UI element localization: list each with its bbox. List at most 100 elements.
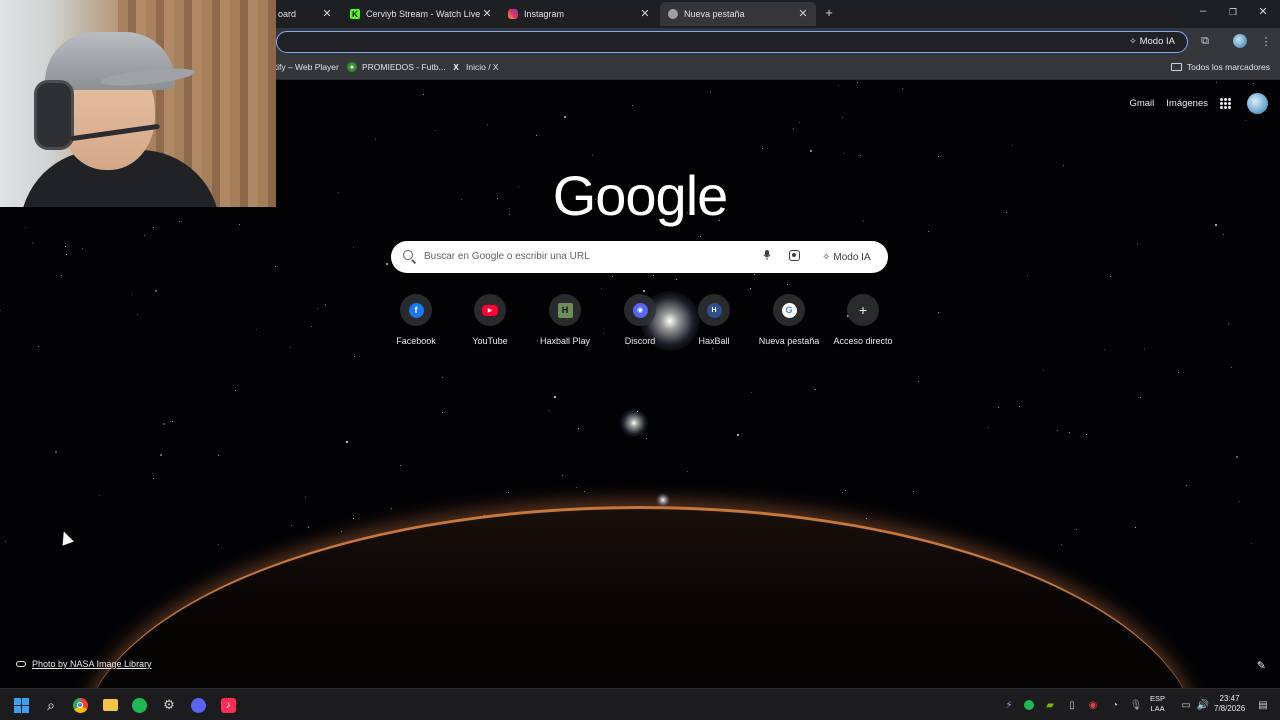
clock[interactable]: 23:47 7/8/2026: [1214, 694, 1245, 714]
star: [866, 517, 868, 519]
shortcut-haxball-play[interactable]: H Haxball Play: [528, 294, 602, 346]
shortcut-tile: H: [698, 294, 730, 326]
address-bar[interactable]: ✧ Modo IA: [276, 31, 1188, 53]
star: [275, 265, 277, 267]
close-tab-icon[interactable]: ✕: [480, 7, 494, 20]
tray-app-icon[interactable]: ◉: [1084, 696, 1102, 714]
star: [256, 329, 258, 331]
star: [845, 489, 847, 491]
windows-start-icon[interactable]: [12, 696, 30, 714]
customize-pencil-icon[interactable]: ✎: [1257, 659, 1266, 672]
tray-mic-icon[interactable]: 🎙: [1127, 696, 1145, 714]
star: [132, 294, 134, 296]
bookmark-label: otify – Web Player: [270, 62, 339, 72]
tab-nueva-pestana[interactable]: Nueva pestaña ✕: [660, 2, 816, 26]
star: [815, 388, 817, 390]
star: [1069, 432, 1071, 434]
language-code: ESP: [1150, 694, 1166, 703]
star: [1215, 81, 1217, 83]
bookmark-spotify[interactable]: otify – Web Player: [270, 62, 339, 72]
new-tab-icon[interactable]: +: [822, 5, 836, 20]
bright-star: [656, 493, 670, 507]
tray-bolt-icon[interactable]: ⚡: [1000, 696, 1018, 714]
shortcut-add[interactable]: + Acceso directo: [826, 294, 900, 346]
shortcut-tile: ◉: [624, 294, 656, 326]
chrome-taskbar-icon[interactable]: [71, 696, 89, 714]
file-explorer-icon[interactable]: [101, 696, 119, 714]
star: [1042, 369, 1044, 371]
instagram-icon: [508, 9, 518, 19]
star: [352, 518, 354, 520]
modo-ia-button[interactable]: ✧ Modo IA: [815, 247, 878, 267]
star: [341, 530, 343, 532]
bookmark-promiedos[interactable]: ✦ PROMIEDOS - Futb...: [347, 62, 446, 72]
tiktok-icon[interactable]: ♪: [219, 696, 237, 714]
star: [1060, 543, 1062, 545]
star: [160, 453, 163, 456]
search-taskbar-icon[interactable]: ⌕: [42, 696, 60, 714]
mic-icon[interactable]: [763, 250, 771, 260]
tray-discord-icon[interactable]: ◔: [1106, 696, 1124, 714]
profile-avatar[interactable]: [1233, 34, 1247, 48]
spotify-icon[interactable]: [130, 696, 148, 714]
network-icon[interactable]: ▭: [1177, 696, 1195, 714]
star: [536, 135, 538, 137]
close-window-icon[interactable]: ✕: [1253, 5, 1273, 18]
extensions-icon[interactable]: ⧉: [1197, 35, 1213, 48]
shortcut-haxball[interactable]: H HaxBall: [677, 294, 751, 346]
star: [938, 156, 939, 158]
bookmark-x[interactable]: X Inicio / X: [451, 62, 498, 72]
discord-taskbar-icon[interactable]: [189, 696, 207, 714]
close-tab-icon[interactable]: ✕: [320, 7, 334, 20]
star: [154, 289, 157, 292]
star: [1027, 274, 1029, 276]
app-icon[interactable]: ⚙: [160, 696, 178, 714]
star: [82, 248, 84, 250]
star: [1018, 406, 1020, 408]
shortcut-discord[interactable]: ◉ Discord: [603, 294, 677, 346]
all-bookmarks[interactable]: Todos los marcadores: [1170, 62, 1270, 72]
tab-stream[interactable]: K Cerviyb Stream - Watch Live on ✕: [342, 2, 500, 26]
volume-icon[interactable]: 🔊: [1194, 696, 1212, 714]
language-indicator[interactable]: ESP LAA: [1150, 694, 1165, 714]
close-tab-icon[interactable]: ✕: [796, 7, 810, 20]
star: [1135, 526, 1137, 528]
gmail-link[interactable]: Gmail: [1129, 98, 1154, 109]
tray-nvidia-icon[interactable]: ▰: [1041, 696, 1059, 714]
photo-credit-link[interactable]: Photo by NASA Image Library: [16, 659, 152, 669]
all-bookmarks-label: Todos los marcadores: [1186, 62, 1270, 72]
star: [353, 246, 355, 248]
shortcut-facebook[interactable]: f Facebook: [379, 294, 453, 346]
tray-spotify-icon[interactable]: [1020, 696, 1038, 714]
star: [435, 130, 437, 132]
sparkle-search-icon: ✧: [822, 251, 831, 263]
shortcut-nueva-pestana[interactable]: G Nueva pestaña: [752, 294, 826, 346]
search-box[interactable]: Buscar en Google o escribir una URL ✧ Mo…: [391, 241, 888, 273]
notifications-icon[interactable]: ▤: [1254, 696, 1272, 714]
close-tab-icon[interactable]: ✕: [638, 7, 652, 20]
star: [1239, 500, 1241, 502]
restore-icon[interactable]: ❐: [1223, 7, 1243, 18]
minimize-icon[interactable]: –: [1193, 5, 1213, 17]
star: [1244, 119, 1246, 121]
star: [750, 391, 752, 393]
tab-dashboard[interactable]: oard ✕: [270, 2, 340, 26]
apps-grid-icon[interactable]: [1220, 97, 1231, 109]
star: [1011, 145, 1013, 147]
star: [787, 283, 789, 285]
tray-usb-icon[interactable]: ▯: [1063, 696, 1081, 714]
shortcut-youtube[interactable]: ▶ YouTube: [453, 294, 527, 346]
tab-instagram[interactable]: Instagram ✕: [500, 2, 658, 26]
account-avatar[interactable]: [1247, 92, 1268, 114]
search-input[interactable]: Buscar en Google o escribir una URL: [424, 251, 590, 262]
images-link[interactable]: Imágenes: [1166, 98, 1208, 109]
modo-ia-chip[interactable]: ✧ Modo IA: [1123, 34, 1181, 49]
lens-icon[interactable]: [789, 250, 800, 261]
star: [1177, 372, 1179, 374]
menu-icon[interactable]: ⋮: [1258, 35, 1274, 48]
modo-ia-label: Modo IA: [833, 251, 871, 263]
star: [441, 411, 443, 413]
discord-icon: ◉: [632, 302, 648, 318]
star: [837, 84, 839, 86]
tab-title: Nueva pestaña: [684, 9, 745, 19]
